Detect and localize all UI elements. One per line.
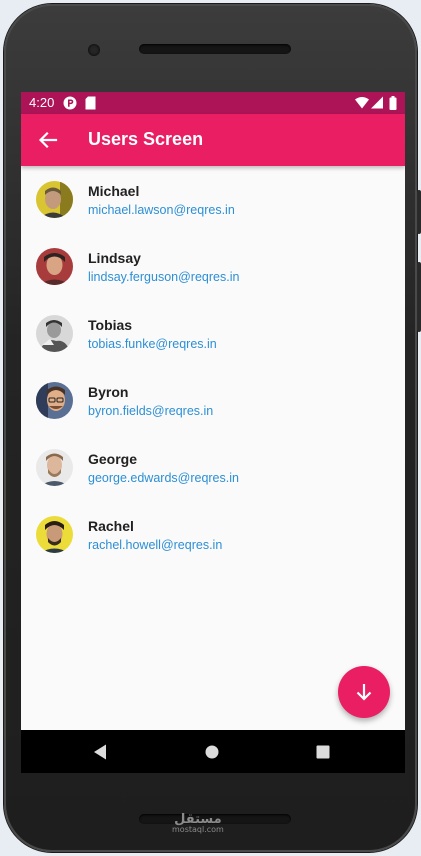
volume-button [417, 262, 421, 332]
user-name: Michael [88, 183, 140, 199]
user-name: Tobias [88, 317, 133, 333]
user-list-item[interactable]: George george.edwards@reqres.in [21, 434, 405, 501]
watermark-logo: مستقل mostaql.com [172, 812, 224, 834]
user-email: rachel.howell@reqres.in [88, 538, 223, 552]
page-title: Users Screen [88, 129, 204, 149]
scroll-down-fab[interactable] [338, 666, 390, 718]
battery-icon [389, 96, 397, 110]
power-button [417, 190, 421, 234]
watermark-latin: mostaql.com [172, 825, 224, 834]
user-avatar [36, 382, 73, 419]
cell-signal-icon [371, 96, 383, 109]
user-avatar [36, 516, 73, 553]
status-time: 4:20 [29, 95, 55, 110]
top-speaker [139, 44, 291, 54]
status-bar: 4:20 [21, 92, 405, 114]
user-name: Rachel [88, 518, 134, 534]
front-camera [88, 44, 100, 56]
user-avatar [36, 449, 73, 486]
user-list-item[interactable]: Lindsay lindsay.ferguson@reqres.in [21, 233, 405, 300]
user-list-item[interactable]: Michael michael.lawson@reqres.in [21, 166, 405, 233]
user-email: george.edwards@reqres.in [88, 471, 239, 485]
arrow-back-icon[interactable] [37, 129, 59, 151]
user-avatar [36, 248, 73, 285]
app-bar: Users Screen [21, 114, 405, 166]
user-name: George [88, 451, 138, 467]
back-triangle-icon[interactable] [93, 744, 107, 760]
user-avatar [36, 181, 73, 218]
user-name: Lindsay [88, 250, 141, 266]
user-list-item[interactable]: Byron byron.fields@reqres.in [21, 367, 405, 434]
user-name: Byron [88, 384, 129, 400]
home-circle-icon[interactable] [205, 745, 219, 759]
user-avatar [36, 315, 73, 352]
notification-p-icon [63, 96, 77, 110]
sd-card-icon [85, 96, 96, 110]
user-email: byron.fields@reqres.in [88, 404, 214, 418]
user-list-item[interactable]: Tobias tobias.funke@reqres.in [21, 300, 405, 367]
user-email: michael.lawson@reqres.in [88, 203, 235, 217]
arrow-down-icon [356, 684, 372, 701]
user-email: lindsay.ferguson@reqres.in [88, 270, 240, 284]
device-screen: 4:20 Users Screen Michael michael.lawson… [21, 92, 405, 773]
user-list-item[interactable]: Rachel rachel.howell@reqres.in [21, 501, 405, 568]
system-nav-bar [21, 730, 405, 773]
user-email: tobias.funke@reqres.in [88, 337, 217, 351]
wifi-icon [355, 97, 369, 109]
recents-square-icon[interactable] [316, 745, 330, 759]
